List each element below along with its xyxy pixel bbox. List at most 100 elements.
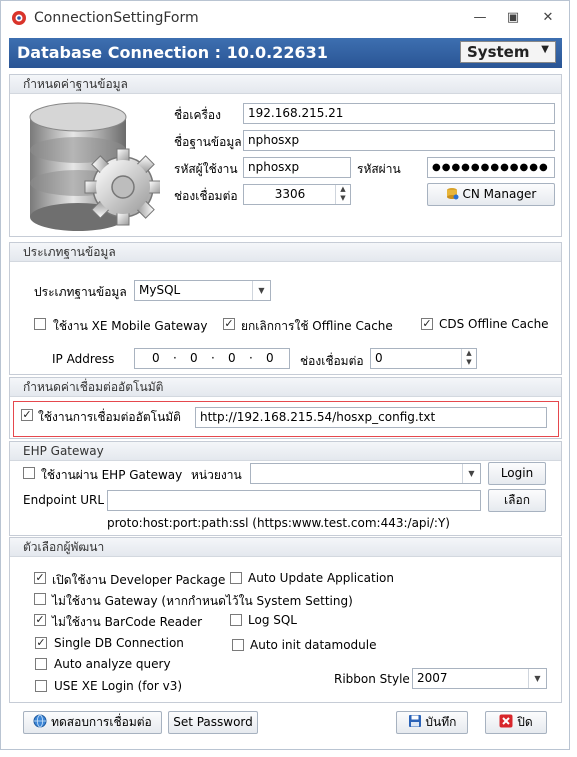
developer-package-checkbox[interactable]: ✓ [34,572,46,584]
ip-octet-1: 0 [152,351,160,365]
no-gateway-checkbox[interactable] [34,593,46,605]
no-gateway-label: ไม่ใช้งาน Gateway (หากกำหนดไว้ใน System … [52,594,353,608]
db-type-select[interactable]: MySQL ▼ [134,280,271,301]
password-input[interactable]: ●●●●●●●●●●●● [427,157,555,178]
db-type-header: ประเภทฐานข้อมูล [10,243,561,262]
gateway-port-value: 0 [375,351,383,365]
app-icon [12,11,26,25]
db-settings-header: กำหนดค่าฐานข้อมูล [10,75,561,94]
auto-analyze-checkbox[interactable] [35,658,47,670]
port-value: 3306 [274,187,306,201]
ip-octet-4: 0 [266,351,274,365]
cds-offline-cache-label: CDS Offline Cache [439,317,549,331]
cn-manager-label: CN Manager [462,187,537,201]
globe-icon [33,714,47,728]
single-db-label: Single DB Connection [54,636,184,650]
close-icon [499,714,513,728]
password-label: รหัสผ่าน [357,162,401,176]
user-input[interactable]: nphosxp [243,157,351,178]
chevron-down-icon: ▼ [252,281,270,300]
close-label: ปิด [517,715,533,729]
spin-arrows-icon[interactable]: ▲ ▼ [335,185,350,204]
ip-dot: · [173,351,177,365]
no-barcode-label: ไม่ใช้งาน BarCode Reader [52,615,203,629]
save-button[interactable]: บันทึก [396,711,468,734]
endpoint-url-input[interactable] [107,490,481,511]
auto-update-label: Auto Update Application [248,571,394,585]
xe-mobile-label: ใช้งาน XE Mobile Gateway [53,319,208,333]
ip-octet-2: 0 [190,351,198,365]
single-db-checkbox[interactable]: ✓ [35,637,47,649]
login-button[interactable]: Login [488,462,546,485]
auto-update-checkbox[interactable] [230,572,242,584]
ehp-gateway-label: ใช้งานผ่าน EHP Gateway [41,468,183,482]
system-select-value: System [467,43,530,61]
unit-label: หน่วยงาน [191,468,242,482]
xe-mobile-checkbox[interactable] [34,318,46,330]
select-button[interactable]: เลือก [488,489,546,512]
log-sql-label: Log SQL [248,613,297,627]
port-label: ช่องเชื่อมต่อ [174,189,238,203]
db-type-value: MySQL [139,283,181,297]
ip-address-label: IP Address [52,352,115,366]
save-label: บันทึก [425,715,457,729]
ip-dot: · [249,351,253,365]
host-input[interactable]: 192.168.215.21 [243,103,555,124]
test-connection-button[interactable]: ทดสอบการเชื่อมต่อ [23,711,162,734]
close-button[interactable]: ปิด [485,711,547,734]
auto-config-checkbox[interactable]: ✓ [21,409,33,421]
ip-dot: · [211,351,215,365]
log-sql-checkbox[interactable] [230,614,242,626]
auto-config-url-input[interactable]: http://192.168.215.54/hosxp_config.txt [195,407,547,428]
system-select[interactable]: System ▼ [460,41,556,63]
developer-package-label: เปิดใช้งาน Developer Package [52,573,226,587]
minimize-button[interactable]: — [465,7,495,29]
xe-login-label: USE XE Login (for v3) [54,679,183,693]
ribbon-style-label: Ribbon Style [334,672,410,686]
database-gear-icon [29,102,160,231]
ip-octet-3: 0 [228,351,236,365]
host-label: ชื่อเครื่อง [174,108,221,122]
ribbon-style-select[interactable]: 2007 ▼ [412,668,547,689]
title-bar: ConnectionSettingForm — ▣ ✕ [1,1,569,35]
port-input[interactable]: 3306 ▲ ▼ [243,184,351,205]
database-icon [446,188,459,200]
gateway-port-label: ช่องเชื่อมต่อ [300,354,364,368]
auto-analyze-label: Auto analyze query [54,657,171,671]
banner: Database Connection : 10.0.22631 System … [9,38,562,68]
close-window-button[interactable]: ✕ [533,7,563,29]
endpoint-hint: proto:host:port:path:ssl (https:www.test… [107,516,450,530]
dbname-label: ชื่อฐานข้อมูล [174,135,242,149]
chevron-down-icon: ▼ [528,669,546,688]
ehp-gateway-header: EHP Gateway [10,442,561,461]
auto-init-checkbox[interactable] [232,639,244,651]
unit-select[interactable]: ▼ [250,463,481,484]
cn-manager-button[interactable]: CN Manager [427,183,555,206]
spin-arrows-icon[interactable]: ▲ ▼ [461,349,476,368]
chevron-down-icon: ▼ [541,44,549,55]
banner-title: Database Connection : 10.0.22631 [17,43,328,62]
ribbon-style-value: 2007 [417,671,448,685]
auto-config-label: ใช้งานการเชื่อมต่ออัตโนมัติ [38,410,181,424]
ip-address-input[interactable]: 0 · 0 · 0 · 0 [134,348,290,369]
endpoint-url-label: Endpoint URL [23,493,105,507]
window-title: ConnectionSettingForm [34,10,199,26]
auto-init-label: Auto init datamodule [250,638,377,652]
no-barcode-checkbox[interactable]: ✓ [34,614,46,626]
user-label: รหัสผู้ใช้งาน [174,162,238,176]
chevron-down-icon: ▼ [462,464,480,483]
dev-options-header: ตัวเลือกผู้พัฒนา [10,538,561,557]
ehp-gateway-checkbox[interactable] [23,467,35,479]
auto-config-header: กำหนดค่าเชื่อมต่ออัตโนมัติ [10,378,561,397]
cds-offline-cache-checkbox[interactable]: ✓ [421,318,433,330]
dbname-input[interactable]: nphosxp [243,130,555,151]
db-type-label: ประเภทฐานข้อมูล [34,285,127,299]
xe-login-checkbox[interactable] [35,680,47,692]
connection-setting-window: ConnectionSettingForm — ▣ ✕ Database Con… [0,0,570,750]
cancel-offline-cache-checkbox[interactable]: ✓ [223,318,235,330]
test-connection-label: ทดสอบการเชื่อมต่อ [51,715,152,729]
set-password-button[interactable]: Set Password [168,711,258,734]
gateway-port-input[interactable]: 0 ▲ ▼ [370,348,477,369]
maximize-button[interactable]: ▣ [498,7,528,29]
cancel-offline-cache-label: ยกเลิกการใช้ Offline Cache [241,319,393,333]
